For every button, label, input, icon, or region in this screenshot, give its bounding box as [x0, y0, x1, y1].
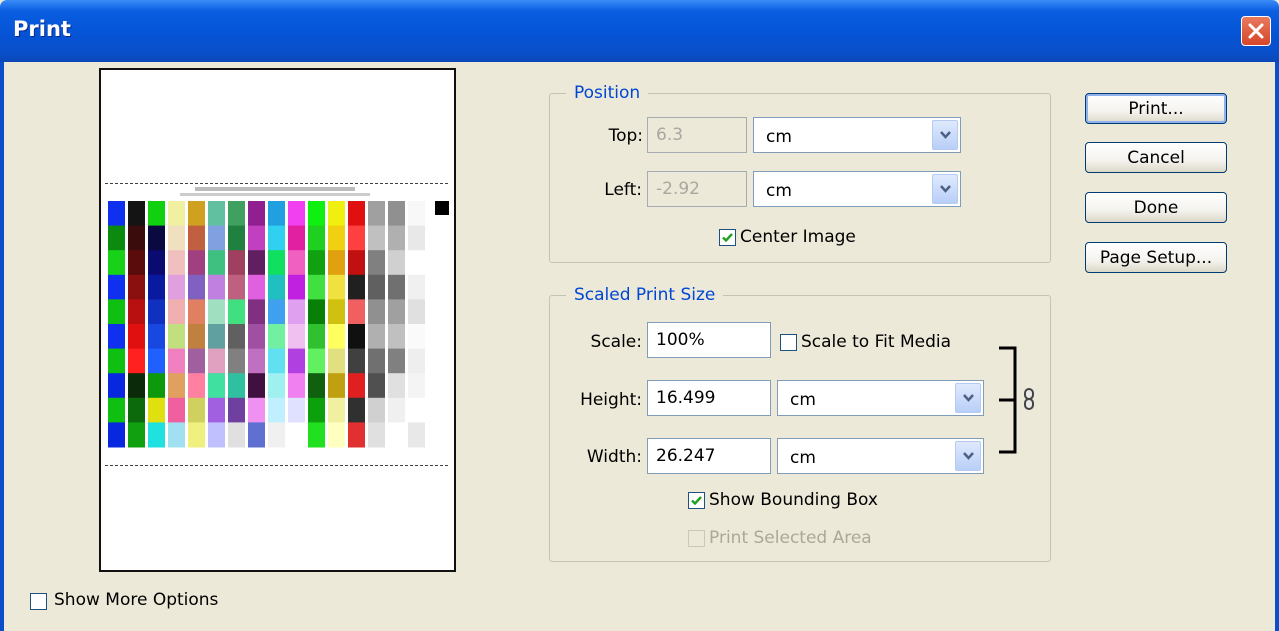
- left-unit-select[interactable]: cm: [753, 171, 961, 207]
- left-unit-value: cm: [766, 181, 792, 201]
- left-label: Left:: [604, 180, 642, 200]
- width-unit-select[interactable]: cm: [777, 438, 984, 474]
- top-input[interactable]: 6.3: [647, 117, 747, 153]
- chevron-down-icon: [963, 394, 974, 402]
- height-label: Height:: [580, 390, 642, 410]
- show-more-options-label: Show More Options: [54, 590, 219, 610]
- page-setup-button[interactable]: Page Setup...: [1085, 242, 1227, 273]
- left-input[interactable]: -2.92: [647, 171, 747, 207]
- preview-image: [105, 183, 450, 466]
- window-frame-right: [1275, 62, 1279, 631]
- done-button[interactable]: Done: [1085, 192, 1227, 223]
- chevron-down-icon: [940, 131, 951, 139]
- scale-to-fit-checkbox[interactable]: [780, 334, 797, 351]
- cancel-button[interactable]: Cancel: [1085, 142, 1227, 173]
- show-more-options-checkbox[interactable]: [30, 593, 47, 610]
- scale-to-fit-label: Scale to Fit Media: [801, 332, 952, 352]
- top-unit-value: cm: [766, 127, 792, 147]
- left-unit-dropdown-button[interactable]: [932, 174, 958, 204]
- center-image-label: Center Image: [740, 227, 856, 247]
- chevron-down-icon: [963, 452, 974, 460]
- check-icon: [722, 233, 733, 243]
- title-bar[interactable]: Print: [0, 0, 1279, 62]
- print-button[interactable]: Print...: [1085, 93, 1227, 124]
- scale-input[interactable]: 100%: [647, 322, 771, 358]
- window-title: Print: [13, 17, 71, 41]
- top-unit-select[interactable]: cm: [753, 117, 961, 153]
- center-image-checkbox[interactable]: [719, 229, 736, 246]
- print-preview: [99, 68, 456, 572]
- print-selected-area-label: Print Selected Area: [709, 528, 872, 548]
- height-input[interactable]: 16.499: [647, 380, 771, 416]
- position-group-title: Position: [566, 83, 649, 103]
- width-unit-value: cm: [790, 448, 816, 468]
- close-button[interactable]: [1241, 16, 1271, 46]
- top-label: Top:: [608, 126, 643, 146]
- scaled-print-size-title: Scaled Print Size: [566, 285, 724, 305]
- width-input[interactable]: 26.247: [647, 438, 771, 474]
- scale-label: Scale:: [590, 332, 642, 352]
- show-bounding-box-checkbox[interactable]: [688, 492, 705, 509]
- height-unit-dropdown-button[interactable]: [955, 383, 981, 413]
- height-unit-select[interactable]: cm: [777, 380, 984, 416]
- close-icon: [1248, 23, 1264, 39]
- width-label: Width:: [586, 447, 642, 467]
- chevron-down-icon: [940, 185, 951, 193]
- show-bounding-box-label: Show Bounding Box: [709, 490, 878, 510]
- top-unit-dropdown-button[interactable]: [932, 120, 958, 150]
- link-icon[interactable]: [1022, 387, 1036, 411]
- print-selected-area-checkbox: [688, 530, 705, 547]
- width-unit-dropdown-button[interactable]: [955, 441, 981, 471]
- height-unit-value: cm: [790, 390, 816, 410]
- check-icon: [691, 496, 702, 506]
